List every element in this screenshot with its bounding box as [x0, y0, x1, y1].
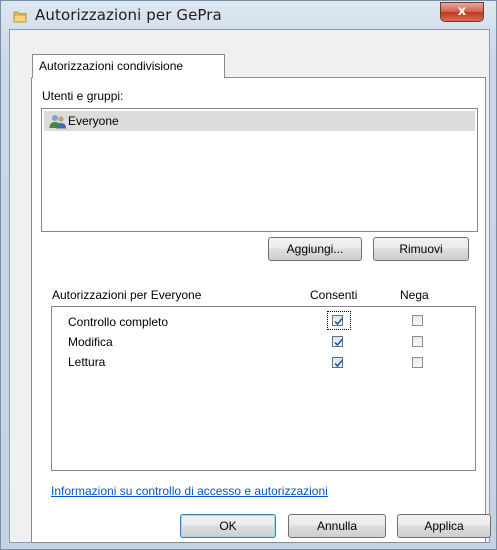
allow-column-header: Consenti	[310, 288, 358, 302]
check-icon	[334, 317, 343, 326]
user-name: Everyone	[68, 114, 119, 128]
dialog-window: Autorizzazioni per GePra x Autorizzazion…	[0, 0, 497, 550]
deny-checkbox-read[interactable]	[412, 357, 423, 368]
check-icon	[334, 359, 343, 368]
allow-checkbox-read[interactable]	[332, 357, 343, 368]
access-control-help-link[interactable]: Informazioni su controllo di accesso e a…	[51, 484, 328, 498]
list-item-user[interactable]: Everyone	[44, 111, 475, 131]
apply-button[interactable]: Applica	[397, 514, 491, 538]
cancel-button[interactable]: Annulla	[288, 514, 386, 538]
folder-icon	[13, 11, 27, 23]
close-button[interactable]: x	[440, 2, 484, 22]
users-groups-label: Utenti e gruppi:	[42, 89, 124, 103]
deny-checkbox-full-control[interactable]	[412, 315, 423, 326]
remove-button[interactable]: Rimuovi	[373, 237, 469, 261]
permissions-label: Autorizzazioni per Everyone	[52, 288, 202, 302]
check-icon	[334, 338, 343, 347]
tab-share-permissions[interactable]: Autorizzazioni condivisione	[32, 54, 225, 78]
ok-button[interactable]: OK	[180, 514, 276, 538]
add-button[interactable]: Aggiungi...	[268, 237, 362, 261]
permission-name: Modifica	[68, 335, 113, 349]
permission-name: Controllo completo	[68, 315, 169, 329]
title-bar[interactable]: Autorizzazioni per GePra x	[1, 1, 497, 29]
allow-checkbox-modify[interactable]	[332, 336, 343, 347]
allow-checkbox-full-control[interactable]	[332, 315, 343, 326]
deny-checkbox-modify[interactable]	[412, 336, 423, 347]
users-group-icon	[49, 115, 66, 129]
permission-name: Lettura	[68, 355, 106, 369]
users-listbox[interactable]: Everyone	[41, 108, 478, 232]
permissions-listbox	[51, 306, 476, 471]
deny-column-header: Nega	[400, 288, 429, 302]
window-title: Autorizzazioni per GePra	[35, 6, 222, 24]
